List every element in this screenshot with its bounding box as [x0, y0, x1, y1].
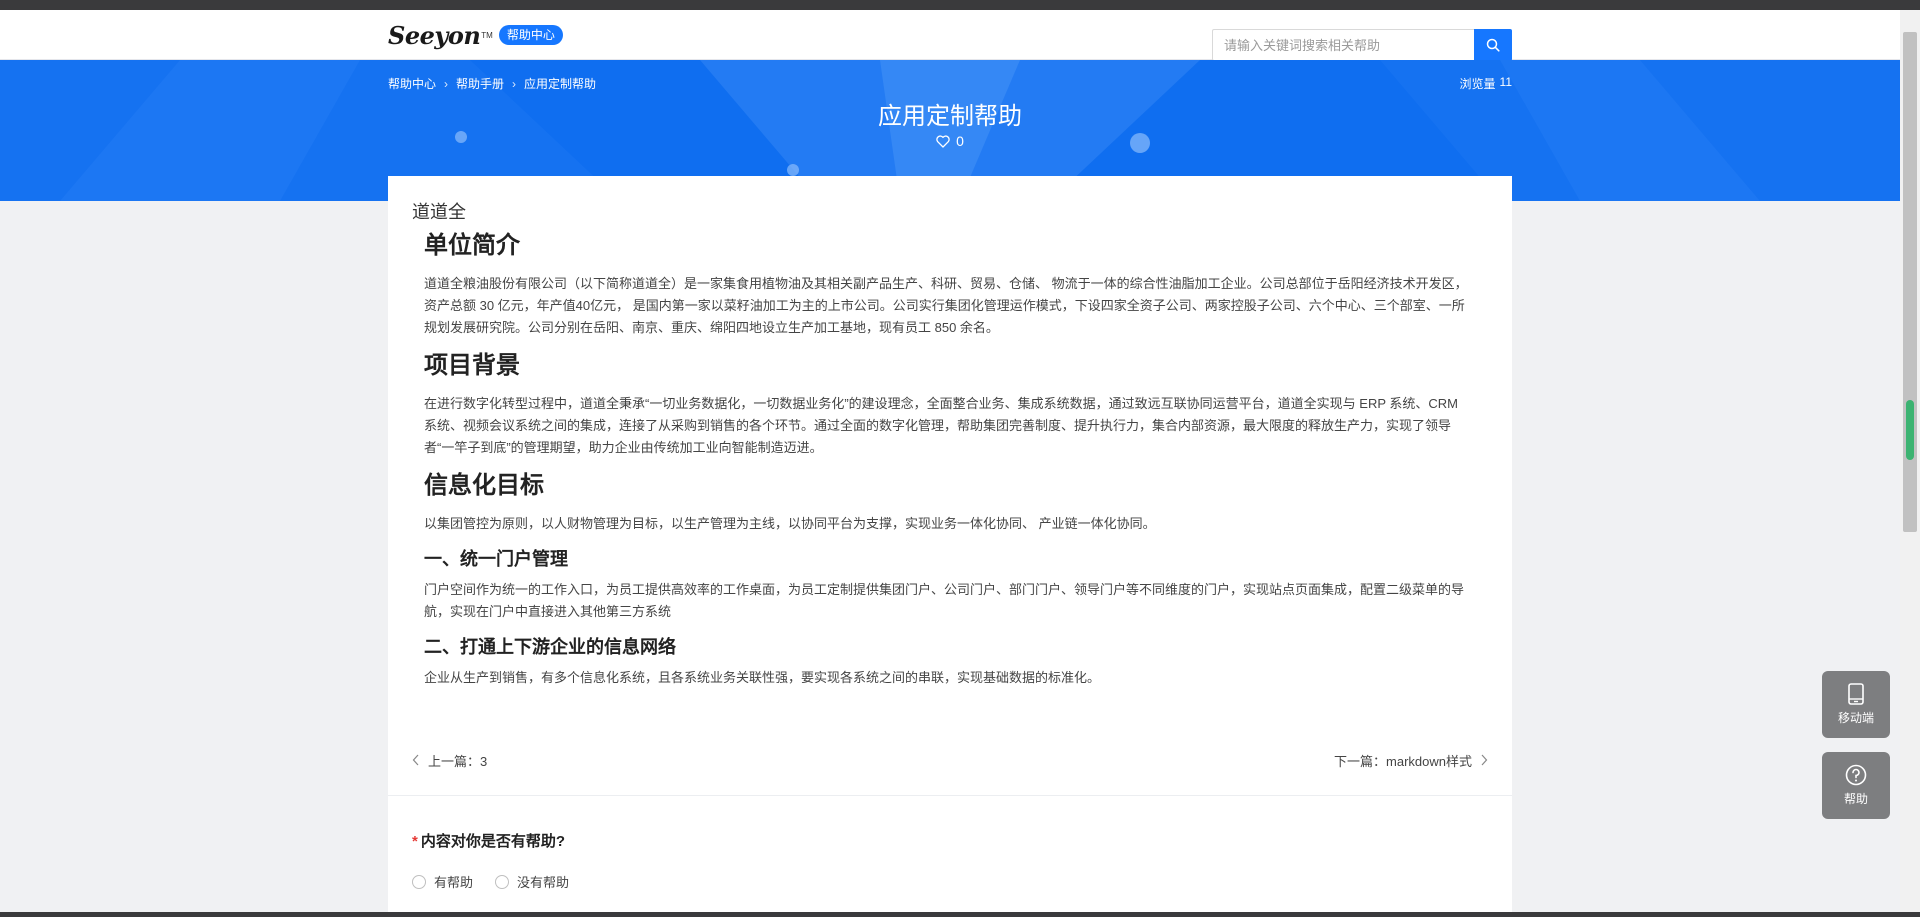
radio-circle[interactable] — [412, 874, 426, 889]
required-mark: * — [412, 833, 418, 850]
next-article-label: 下一篇：markdown样式 — [1334, 753, 1472, 769]
subsection-heading: 一、统一门户管理 — [424, 549, 568, 569]
breadcrumb-item-manual[interactable]: 帮助手册 — [456, 75, 504, 92]
subsection-heading: 二、打通上下游企业的信息网络 — [424, 637, 676, 657]
search-icon — [1486, 38, 1500, 52]
chevron-right-icon: › — [444, 76, 449, 91]
chevron-right-icon — [1481, 754, 1488, 766]
section-heading: 信息化目标 — [424, 472, 544, 499]
search-button[interactable] — [1474, 29, 1512, 61]
question-circle-icon — [1845, 764, 1867, 786]
article-card: 道道全 单位简介 道道全粮油股份有限公司（以下简称道道全）是一家集食用植物油及其… — [388, 176, 1512, 917]
divider — [388, 795, 1512, 796]
feedback-option-label: 没有帮助 — [517, 875, 570, 890]
view-count: 浏览量 11 — [1460, 75, 1512, 92]
feedback-question-text: 内容对你是否有帮助? — [420, 833, 566, 850]
subsection-paragraph: 门户空间作为统一的工作入口，为员工提供高效率的工作桌面，为员工定制提供集团门户、… — [424, 582, 1465, 619]
heart-icon — [936, 134, 950, 148]
next-article-link[interactable]: 下一篇：markdown样式 — [1334, 750, 1488, 770]
mobile-float-label: 移动端 — [1837, 711, 1874, 725]
help-float-button[interactable]: 帮助 — [1822, 752, 1890, 819]
mobile-device-icon — [1848, 683, 1864, 705]
like-button[interactable]: 0 — [0, 133, 1900, 149]
view-count-value: 11 — [1499, 75, 1512, 89]
chevron-left-icon — [412, 754, 419, 766]
window-top-strip — [0, 0, 1920, 10]
chevron-right-icon: › — [512, 76, 517, 91]
section-paragraph: 道道全粮油股份有限公司（以下简称道道全）是一家集食用植物油及其相关副产品生产、科… — [424, 276, 1468, 335]
document-name: 道道全 — [412, 202, 466, 222]
help-float-label: 帮助 — [1843, 792, 1868, 806]
logo-wordmark: Seeyon — [388, 20, 481, 50]
radio-circle[interactable] — [495, 874, 510, 889]
page-title: 应用定制帮助 — [878, 103, 1022, 130]
feedback-option-not-helpful[interactable]: 没有帮助 — [495, 872, 569, 891]
article-content: 单位简介 道道全粮油股份有限公司（以下简称道道全）是一家集食用植物油及其相关副产… — [424, 231, 1474, 701]
site-header: Seeyon TM 帮助中心 — [0, 10, 1900, 61]
article-pager: 上一篇：3 下一篇：markdown样式 — [412, 750, 1488, 770]
seeyon-logo[interactable]: Seeyon TM 帮助中心 — [388, 20, 563, 50]
search-input[interactable] — [1212, 29, 1474, 61]
breadcrumb-item-current: 应用定制帮助 — [524, 77, 597, 91]
feedback-question: * 内容对你是否有帮助? — [412, 830, 565, 851]
like-count: 0 — [956, 133, 964, 149]
prev-article-label: 上一篇：3 — [428, 753, 488, 769]
prev-article-link[interactable]: 上一篇：3 — [412, 750, 487, 770]
breadcrumb-item-help-center[interactable]: 帮助中心 — [388, 75, 436, 92]
feedback-option-helpful[interactable]: 有帮助 — [412, 872, 473, 891]
help-center-badge[interactable]: 帮助中心 — [498, 25, 563, 45]
feedback-options: 有帮助 没有帮助 — [412, 872, 569, 891]
subsection-paragraph: 企业从生产到销售，有多个信息化系统，且各系统业务关联性强，要实现各系统之间的串联… — [424, 670, 1101, 685]
scroll-indicator — [1906, 400, 1914, 460]
view-count-label: 浏览量 — [1459, 77, 1496, 91]
window-bottom-strip — [0, 912, 1920, 917]
section-heading: 项目背景 — [424, 352, 520, 379]
logo-trademark: TM — [481, 30, 493, 40]
feedback-option-label: 有帮助 — [434, 875, 474, 890]
search-bar — [1212, 29, 1512, 61]
page-scrollbar[interactable] — [1900, 10, 1920, 912]
section-paragraph: 以集团管控为原则，以人财物管理为目标，以生产管理为主线，以协同平台为支撑，实现业… — [424, 516, 1156, 531]
mobile-float-button[interactable]: 移动端 — [1822, 671, 1890, 738]
section-heading: 单位简介 — [424, 232, 520, 259]
breadcrumb: 帮助中心 › 帮助手册 › 应用定制帮助 — [388, 75, 596, 92]
section-paragraph: 在进行数字化转型过程中，道道全秉承“一切业务数据化，一切数据业务化”的建设理念，… — [424, 396, 1458, 455]
